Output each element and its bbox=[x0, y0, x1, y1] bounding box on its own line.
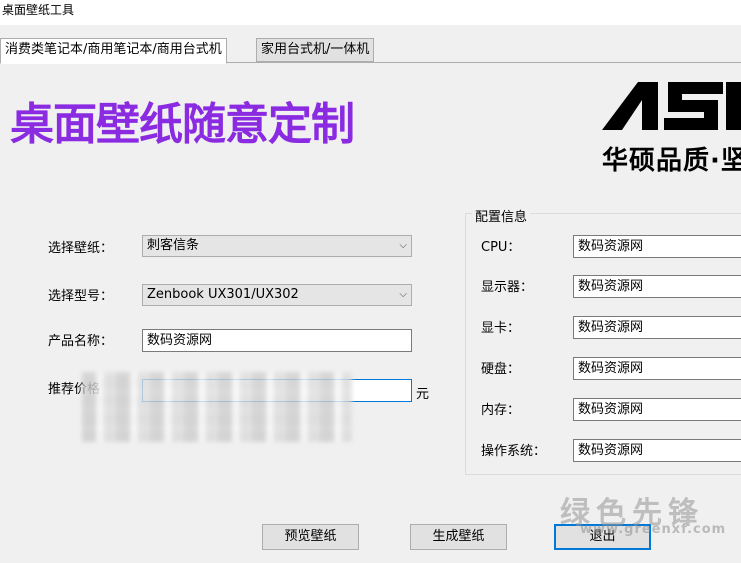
disk-input[interactable]: 数码资源网 bbox=[573, 357, 741, 380]
model-select-value: Zenbook UX301/UX302 bbox=[147, 287, 299, 302]
cpu-label: CPU： bbox=[481, 240, 521, 255]
disk-label: 硬盘： bbox=[481, 362, 521, 377]
banner-title: 桌面壁纸随意定制 bbox=[10, 99, 355, 150]
gpu-input[interactable]: 数码资源网 bbox=[573, 316, 741, 339]
wallpaper-select-value: 刺客信条 bbox=[147, 238, 200, 253]
window-title: 桌面壁纸工具 bbox=[0, 0, 741, 24]
wallpaper-select[interactable]: 刺客信条 ⌵ bbox=[142, 235, 412, 257]
gpu-label: 显卡： bbox=[481, 321, 521, 336]
memory-input[interactable]: 数码资源网 bbox=[573, 398, 741, 421]
cpu-input[interactable]: 数码资源网 bbox=[573, 235, 741, 258]
config-group-title: 配置信息 bbox=[472, 206, 531, 225]
product-name-label: 产品名称： bbox=[48, 334, 114, 349]
product-name-input[interactable]: 数码资源网 bbox=[142, 329, 412, 352]
tab-home[interactable]: 家用台式机/一体机 bbox=[256, 38, 375, 62]
os-label: 操作系统： bbox=[481, 444, 547, 459]
display-label: 显示器： bbox=[481, 280, 534, 295]
memory-label: 内存： bbox=[481, 403, 521, 418]
watermark-url: www.greenxf.com bbox=[580, 522, 727, 537]
model-select[interactable]: Zenbook UX301/UX302 ⌵ bbox=[142, 284, 412, 306]
wallpaper-label: 选择壁纸： bbox=[48, 241, 114, 256]
generate-wallpaper-button[interactable]: 生成壁纸 bbox=[410, 524, 507, 550]
chevron-down-icon: ⌵ bbox=[399, 240, 407, 251]
tab-business[interactable]: 消费类笔记本/商用笔记本/商用台式机 bbox=[0, 38, 227, 64]
preview-wallpaper-button[interactable]: 预览壁纸 bbox=[262, 524, 359, 550]
logo-slogan: 华硕品质·坚 bbox=[602, 146, 741, 176]
model-label: 选择型号： bbox=[48, 289, 114, 304]
chevron-down-icon: ⌵ bbox=[399, 289, 407, 300]
asus-logo-mark bbox=[602, 82, 741, 130]
price-unit-label: 元 bbox=[416, 387, 430, 402]
display-input[interactable]: 数码资源网 bbox=[573, 275, 741, 298]
blurred-region bbox=[82, 372, 352, 442]
os-input[interactable]: 数码资源网 bbox=[573, 439, 741, 462]
